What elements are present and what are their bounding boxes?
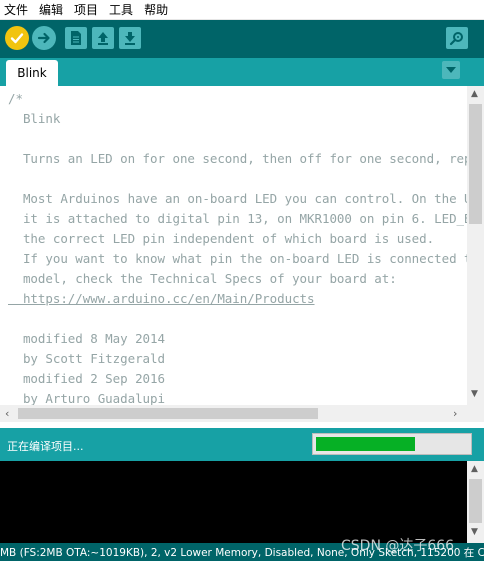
toolbar: [0, 20, 484, 58]
triangle-down-icon: [446, 67, 456, 73]
console-scrollbar[interactable]: ▲ ▼: [467, 461, 484, 543]
code-line: Blink: [8, 111, 61, 126]
scrollbar-thumb[interactable]: [469, 104, 482, 224]
code-line: modified 8 May 2014: [8, 331, 165, 346]
scroll-left-icon[interactable]: ‹: [5, 407, 9, 420]
status-text: 正在编译项目...: [7, 440, 84, 453]
code-line: model, check the Technical Specs of your…: [8, 271, 397, 286]
editor-horizontal-scrollbar[interactable]: ‹ ›: [0, 405, 467, 422]
arrow-down-icon: [125, 32, 135, 45]
code-line: Turns an LED on for one second, then off…: [22, 151, 467, 166]
tab-menu-button[interactable]: [442, 61, 460, 79]
scroll-right-icon[interactable]: ›: [453, 407, 457, 420]
magnifier-icon: [449, 32, 463, 46]
editor-vertical-scrollbar[interactable]: ▲ ▼: [467, 86, 484, 405]
status-bar: 正在编译项目...: [0, 428, 484, 461]
tab-bar: Blink: [0, 58, 484, 86]
verify-button[interactable]: [5, 26, 29, 50]
progress-fill: [316, 437, 415, 451]
menu-sketch[interactable]: 项目: [74, 0, 98, 20]
scroll-down-icon[interactable]: ▼: [471, 527, 478, 537]
menu-edit[interactable]: 编辑: [39, 0, 63, 20]
tab-label: Blink: [17, 66, 47, 80]
code-line: Most Arduinos have an on-board LED you c…: [22, 191, 467, 206]
watermark: CSDN @达子666: [341, 538, 455, 554]
file-icon: [71, 31, 81, 45]
menu-file[interactable]: 文件: [4, 0, 28, 20]
code-line: modified 2 Sep 2016: [8, 371, 165, 386]
code-line: it is attached to digital pin 13, on MKR…: [22, 211, 467, 226]
editor-text-area[interactable]: /* Blink Turns an LED on for one second,…: [0, 86, 467, 405]
scroll-corner: [467, 405, 484, 422]
code-editor[interactable]: /* Blink Turns an LED on for one second,…: [0, 86, 484, 425]
scrollbar-thumb[interactable]: [469, 479, 482, 523]
scroll-up-icon[interactable]: ▲: [471, 89, 478, 99]
check-icon: [10, 33, 24, 44]
code-line: by Arturo Guadalupi: [8, 391, 165, 405]
menu-tools[interactable]: 工具: [109, 0, 133, 20]
upload-button[interactable]: [32, 26, 56, 50]
code-line: /*: [8, 91, 23, 106]
menu-help[interactable]: 帮助: [144, 0, 168, 20]
menu-bar: 文件 编辑 项目 工具 帮助: [0, 0, 484, 20]
products-link[interactable]: https://www.arduino.cc/en/Main/Products: [8, 289, 315, 309]
arrow-up-icon: [98, 32, 108, 45]
new-button[interactable]: [65, 27, 87, 49]
code-line: If you want to know what pin the on-boar…: [22, 251, 467, 266]
scrollbar-thumb[interactable]: [18, 408, 318, 419]
console-output[interactable]: ▲ ▼: [0, 461, 484, 543]
scroll-up-icon[interactable]: ▲: [471, 464, 478, 474]
code-line: by Scott Fitzgerald: [8, 351, 165, 366]
serial-monitor-button[interactable]: [446, 27, 468, 49]
arrow-right-icon: [37, 32, 50, 44]
tab-blink[interactable]: Blink: [6, 60, 58, 86]
scroll-down-icon[interactable]: ▼: [471, 389, 478, 399]
save-button[interactable]: [119, 27, 141, 49]
code-line: the correct LED pin independent of which…: [8, 231, 435, 246]
compile-progress-bar: [312, 433, 472, 455]
open-button[interactable]: [92, 27, 114, 49]
